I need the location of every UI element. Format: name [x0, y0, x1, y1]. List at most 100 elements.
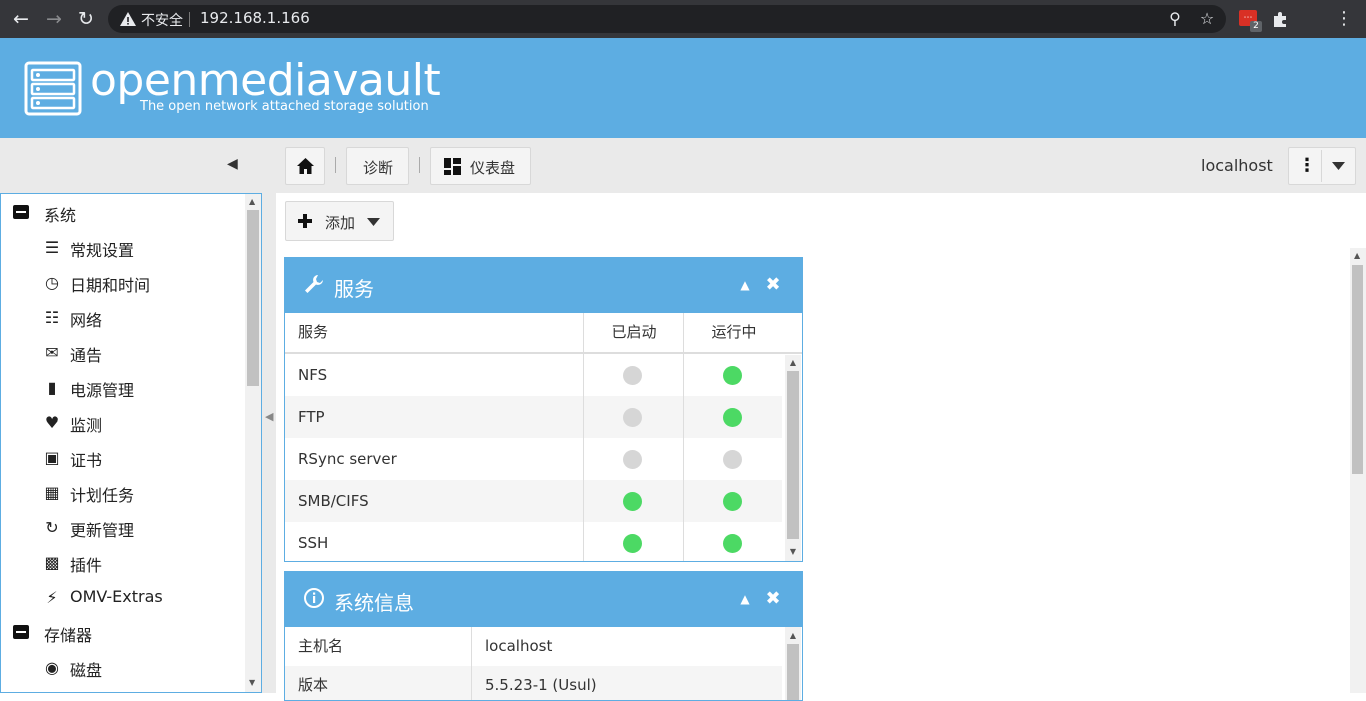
collapse-group-icon[interactable] — [13, 625, 29, 639]
column-header-running[interactable]: 运行中 — [684, 313, 784, 352]
scroll-up-icon[interactable]: ▲ — [786, 630, 800, 642]
caret-down-icon — [367, 218, 380, 226]
column-divider — [683, 480, 684, 522]
diagnostics-button[interactable]: 诊断 — [346, 147, 409, 185]
sidebar-group[interactable]: 存储器 — [1, 615, 246, 650]
running-status-indicator — [723, 492, 742, 511]
enabled-status-indicator — [623, 366, 642, 385]
sidebar-item[interactable]: ▮ 电源管理 — [1, 370, 246, 405]
column-divider — [583, 480, 584, 522]
security-label[interactable]: 不安全 — [141, 10, 183, 30]
disk-icon: ◉ — [45, 658, 59, 677]
dashboard-icon — [444, 158, 461, 175]
add-widget-button[interactable]: 添加 — [285, 201, 394, 241]
sidebar-item-label: 更新管理 — [70, 521, 135, 540]
forward-icon[interactable]: → — [42, 7, 66, 31]
sidebar-item[interactable]: ◷ 日期和时间 — [1, 265, 246, 300]
close-panel-icon[interactable]: ✖ — [764, 589, 782, 609]
column-divider — [583, 522, 584, 561]
extensions-puzzle-icon[interactable] — [1270, 9, 1290, 29]
services-panel-header: 服务 ▲ ✖ — [285, 258, 802, 313]
enabled-status-indicator — [623, 450, 642, 469]
browser-menu-icon[interactable]: ⋮ — [1334, 8, 1354, 30]
sidebar-item[interactable]: ✉ 通告 — [1, 335, 246, 370]
splitter-arrow-icon[interactable]: ◀ — [265, 410, 273, 423]
table-row[interactable]: SSH — [285, 522, 782, 561]
column-header-service[interactable]: 服务 — [298, 313, 578, 352]
sidebar-item-label: 电源管理 — [70, 381, 135, 400]
scroll-up-icon[interactable]: ▲ — [1354, 251, 1360, 260]
user-menu-button[interactable]: ⋮ — [1288, 147, 1356, 185]
system-info-scroll-thumb[interactable] — [787, 644, 799, 700]
menu-divider — [1321, 150, 1322, 182]
certificate-icon: ▣ — [44, 448, 60, 467]
sidebar-item[interactable]: ◉ 磁盘 — [1, 650, 246, 685]
app-tagline: The open network attached storage soluti… — [140, 99, 429, 114]
sidebar-item[interactable]: ♥ 监测 — [1, 405, 246, 440]
sidebar-splitter[interactable]: ◀ — [262, 193, 276, 693]
sidebar-item[interactable]: ▩ 插件 — [1, 545, 246, 580]
caret-down-icon[interactable] — [1332, 162, 1345, 170]
warning-icon — [120, 12, 136, 26]
sidebar-item[interactable]: ▦ 计划任务 — [1, 475, 246, 510]
kebab-icon[interactable]: ⋮ — [1298, 155, 1316, 176]
sidebar-item-label: 常规设置 — [70, 241, 135, 260]
scroll-up-icon[interactable]: ▲ — [249, 197, 257, 207]
collapse-panel-icon[interactable]: ▲ — [736, 589, 754, 609]
column-header-enabled[interactable]: 已启动 — [584, 313, 684, 352]
back-icon[interactable]: ← — [9, 7, 33, 31]
sidebar-item-label: 网络 — [70, 311, 103, 330]
table-row[interactable]: RSync server — [285, 438, 782, 480]
column-divider — [583, 354, 584, 396]
sidebar-item[interactable]: ☷ 网络 — [1, 300, 246, 335]
system-info-panel-title: 系统信息 — [334, 591, 414, 615]
enabled-status-indicator — [623, 408, 642, 427]
network-icon: ☷ — [44, 308, 60, 327]
dashboard-button[interactable]: 仪表盘 — [430, 147, 531, 185]
table-row[interactable]: SMB/CIFS — [285, 480, 782, 522]
address-bar[interactable]: 不安全 192.168.1.166 ⚲ ☆ — [108, 5, 1226, 33]
sidebar-item[interactable]: ☰ 常规设置 — [1, 230, 246, 265]
hostname-label: localhost — [1201, 156, 1273, 175]
wrench-icon — [305, 275, 323, 293]
sidebar-scroll-thumb[interactable] — [247, 210, 259, 386]
sidebar-item-label: 证书 — [70, 451, 103, 470]
zoom-icon[interactable]: ⚲ — [1165, 9, 1185, 29]
table-row[interactable]: FTP — [285, 396, 782, 438]
collapse-group-icon[interactable] — [13, 205, 29, 219]
table-row: 主机名 localhost — [285, 627, 782, 666]
system-info-panel: 系统信息 ▲ ✖ 主机名 localhost 版本 5.5.23-1 (Usul) ▲ — [284, 571, 803, 701]
close-panel-icon[interactable]: ✖ — [764, 275, 782, 295]
plug-icon: ⚡ — [46, 588, 58, 607]
collapse-panel-icon[interactable]: ▲ — [736, 275, 754, 295]
sidebar-item[interactable]: ⚡ OMV-Extras — [1, 580, 246, 615]
toolbar-separator — [335, 157, 336, 173]
enabled-status-indicator — [623, 492, 642, 511]
scroll-down-icon[interactable]: ▼ — [249, 678, 257, 688]
sidebar-group-label: 存储器 — [44, 626, 93, 645]
sidebar-item-label: 插件 — [70, 556, 103, 575]
home-button[interactable] — [285, 147, 325, 185]
star-icon[interactable]: ☆ — [1197, 9, 1217, 29]
dashboard-label: 仪表盘 — [470, 159, 516, 177]
extension-badge: 2 — [1250, 21, 1262, 32]
home-icon — [297, 158, 314, 174]
sidebar-item-label: 日期和时间 — [70, 276, 151, 295]
url-text[interactable]: 192.168.1.166 — [200, 9, 310, 27]
main-scroll-thumb[interactable] — [1352, 265, 1363, 474]
services-scroll-thumb[interactable] — [787, 371, 799, 539]
heartbeat-icon: ♥ — [44, 413, 60, 432]
running-status-indicator — [723, 366, 742, 385]
scroll-down-icon[interactable]: ▼ — [786, 546, 800, 558]
sidebar-item[interactable]: ↻ 更新管理 — [1, 510, 246, 545]
scroll-up-icon[interactable]: ▲ — [786, 357, 800, 369]
reload-icon[interactable]: ↻ — [74, 7, 98, 31]
sidebar-group[interactable]: 系统 — [1, 195, 246, 230]
column-divider — [683, 354, 684, 396]
collapse-sidebar-icon[interactable]: ◀ — [227, 154, 241, 174]
info-icon — [304, 588, 324, 608]
column-divider — [683, 396, 684, 438]
sliders-icon: ☰ — [44, 238, 60, 257]
table-row[interactable]: NFS — [285, 354, 782, 396]
sidebar-item[interactable]: ▣ 证书 — [1, 440, 246, 475]
